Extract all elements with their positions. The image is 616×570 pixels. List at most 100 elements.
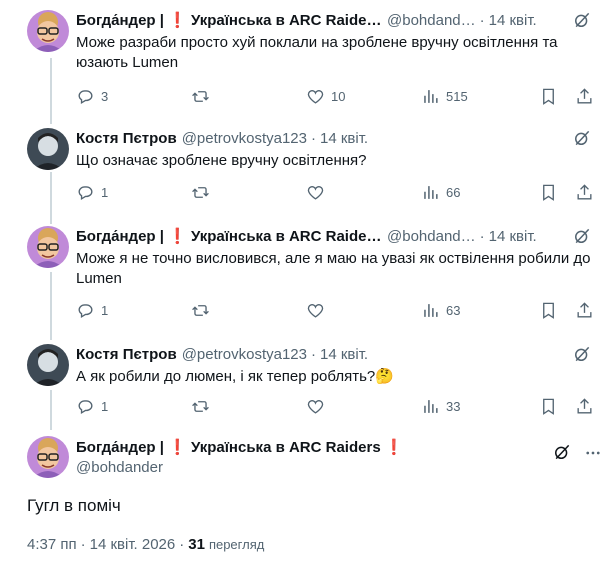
views-button[interactable]: 63 xyxy=(421,301,539,320)
separator-dot: · xyxy=(310,345,316,363)
tweet-date[interactable]: 14 квіт. xyxy=(320,130,368,147)
heart-icon xyxy=(307,185,324,200)
analytics-icon xyxy=(424,89,438,103)
views-count: 31 xyxy=(188,536,205,553)
reply-tweet[interactable]: Костя Пєтров @petrovkostya123 · 14 квіт.… xyxy=(0,128,616,224)
user-handle[interactable]: @bohdand… xyxy=(387,228,476,245)
reply-tweet[interactable]: Богда́ндер | ❗ Українська в ARC Raiders…… xyxy=(0,226,616,336)
user-handle[interactable]: @bohdand… xyxy=(387,12,476,29)
bookmark-button[interactable] xyxy=(539,397,558,416)
user-handle[interactable]: @petrovkostya123 xyxy=(182,130,307,147)
share-icon xyxy=(577,87,592,104)
retweet-button[interactable] xyxy=(191,301,306,320)
reply-icon xyxy=(78,303,93,318)
reply-button[interactable]: 3 xyxy=(76,87,191,106)
separator-dot: · xyxy=(479,227,485,245)
tweet-text: А як робили до люмен, і як тепер роблять… xyxy=(76,368,394,385)
view-count: 33 xyxy=(446,398,461,414)
avatar[interactable] xyxy=(27,128,69,170)
share-button[interactable] xyxy=(575,87,594,106)
reply-count: 3 xyxy=(101,88,109,104)
grok-icon[interactable] xyxy=(572,10,592,30)
retweet-icon xyxy=(192,90,209,102)
retweet-button[interactable] xyxy=(191,87,306,106)
reply-count: 1 xyxy=(101,302,109,318)
reply-count: 1 xyxy=(101,184,109,200)
heart-icon xyxy=(307,399,324,414)
avatar[interactable] xyxy=(27,226,69,268)
views-button[interactable]: 515 xyxy=(421,87,539,106)
grok-icon[interactable] xyxy=(572,226,592,246)
tweet-text: Може разраби просто хуй поклали на зробл… xyxy=(76,34,558,71)
retweet-button[interactable] xyxy=(191,397,306,416)
grok-icon[interactable] xyxy=(552,442,572,462)
tweet-meta: 4:37 пп · 14 квіт. 2026 · 31 перегляд xyxy=(27,536,264,553)
retweet-button[interactable] xyxy=(191,183,306,202)
bookmark-icon xyxy=(543,302,554,319)
view-count: 63 xyxy=(446,302,461,318)
display-name[interactable]: Богда́ндер | ❗ Українська в ARC Raiders… xyxy=(76,227,382,245)
share-button[interactable] xyxy=(575,183,594,202)
reply-count: 1 xyxy=(101,398,109,414)
heart-icon xyxy=(307,303,324,318)
retweet-icon xyxy=(192,186,209,198)
tweet-date[interactable]: 14 квіт. xyxy=(489,228,537,245)
grok-icon[interactable] xyxy=(572,344,592,364)
view-count: 66 xyxy=(446,184,461,200)
views-button[interactable]: 33 xyxy=(421,397,539,416)
tweet-time[interactable]: 4:37 пп xyxy=(27,536,77,553)
display-name[interactable]: Богда́ндер | ❗ Українська в ARC Raiders… xyxy=(76,11,382,29)
views-label: перегляд xyxy=(208,537,265,552)
like-button[interactable]: 10 xyxy=(306,87,421,106)
grok-icon[interactable] xyxy=(572,128,592,148)
retweet-icon xyxy=(192,304,209,316)
reply-button[interactable]: 1 xyxy=(76,397,191,416)
like-button[interactable] xyxy=(306,183,421,202)
bookmark-icon xyxy=(543,184,554,201)
tweet-date[interactable]: 14 квіт. xyxy=(489,12,537,29)
display-name[interactable]: Костя Пєтров xyxy=(76,346,177,363)
views-button[interactable]: 66 xyxy=(421,183,539,202)
separator-dot: · xyxy=(310,129,316,147)
like-count: 10 xyxy=(331,88,346,104)
heart-icon xyxy=(307,89,324,104)
main-tweet-text: Гугл в поміч xyxy=(27,496,121,515)
display-name[interactable]: Костя Пєтров xyxy=(76,130,177,147)
bookmark-icon xyxy=(543,398,554,415)
more-icon[interactable] xyxy=(584,444,602,462)
like-button[interactable] xyxy=(306,301,421,320)
separator-dot: · xyxy=(479,11,485,29)
share-button[interactable] xyxy=(575,397,594,416)
bookmark-button[interactable] xyxy=(539,183,558,202)
tweet-full-date[interactable]: 14 квіт. 2026 xyxy=(90,536,176,553)
user-handle[interactable]: @bohdander xyxy=(76,458,404,478)
retweet-icon xyxy=(192,400,209,412)
user-handle[interactable]: @petrovkostya123 xyxy=(182,346,307,363)
analytics-icon xyxy=(424,185,438,199)
share-button[interactable] xyxy=(575,301,594,320)
avatar[interactable] xyxy=(27,344,69,386)
reply-button[interactable]: 1 xyxy=(76,183,191,202)
view-count: 515 xyxy=(446,88,468,104)
share-icon xyxy=(577,183,592,200)
reply-tweet[interactable]: Богда́ндер | ❗ Українська в ARC Raiders…… xyxy=(0,10,616,124)
bookmark-icon xyxy=(543,88,554,105)
reply-button[interactable]: 1 xyxy=(76,301,191,320)
analytics-icon xyxy=(424,399,438,413)
reply-icon xyxy=(78,89,93,104)
tweet-text: Може я не точно висловився, але я маю на… xyxy=(76,250,591,287)
avatar[interactable] xyxy=(27,436,69,478)
reply-tweet[interactable]: Костя Пєтров @petrovkostya123 · 14 квіт.… xyxy=(0,344,616,420)
share-icon xyxy=(577,397,592,414)
bookmark-button[interactable] xyxy=(539,301,558,320)
avatar[interactable] xyxy=(27,10,69,52)
display-name[interactable]: Богда́ндер | ❗ Українська в ARC Raiders … xyxy=(76,438,404,458)
like-button[interactable] xyxy=(306,397,421,416)
tweet-date[interactable]: 14 квіт. xyxy=(320,346,368,363)
analytics-icon xyxy=(424,303,438,317)
reply-icon xyxy=(78,185,93,200)
separator-dot: · xyxy=(179,536,185,553)
bookmark-button[interactable] xyxy=(539,87,558,106)
reply-icon xyxy=(78,399,93,414)
tweet-text: Що означає зроблене вручну освітлення? xyxy=(76,152,367,169)
